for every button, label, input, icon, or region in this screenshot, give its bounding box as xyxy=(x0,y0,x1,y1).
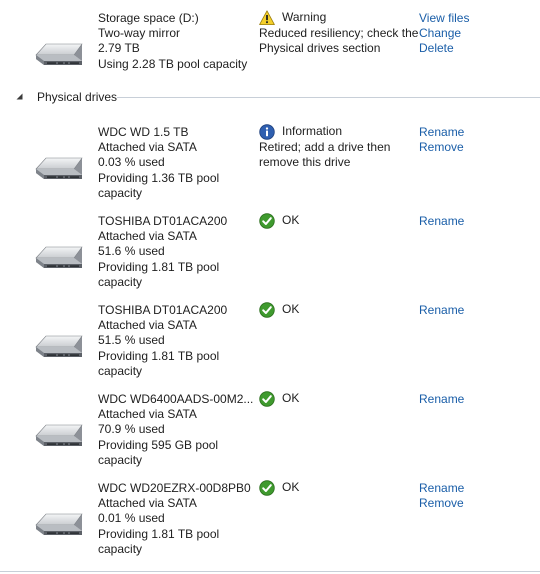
drive-status-title: OK xyxy=(282,213,300,228)
section-divider xyxy=(117,97,540,98)
drive-actions: Rename Remove xyxy=(419,481,464,511)
drive-status: OK xyxy=(259,480,419,496)
ok-check-icon xyxy=(259,391,275,407)
view-files-link[interactable]: View files xyxy=(419,11,469,26)
physical-drives-section-header[interactable]: Physical drives xyxy=(0,88,540,106)
drive-used: 51.5 % used xyxy=(98,333,165,348)
hard-drive-icon xyxy=(34,421,84,449)
hard-drive-icon xyxy=(34,154,84,182)
storage-space-drive-icon xyxy=(34,40,84,68)
drive-connection: Attached via SATA xyxy=(98,407,197,422)
collapse-triangle-icon[interactable] xyxy=(16,93,23,100)
drive-status: OK xyxy=(259,302,419,318)
drive-providing: Providing 1.81 TB pool xyxy=(98,348,220,363)
storage-space-info: Storage space (D:) Two-way mirror 2.79 T… xyxy=(98,11,248,72)
storage-space-resiliency: Two-way mirror xyxy=(98,26,181,41)
drive-actions: Rename xyxy=(419,214,464,229)
rename-link[interactable]: Rename xyxy=(419,392,464,407)
drive-providing-cont: capacity xyxy=(98,363,143,378)
drive-providing-cont: capacity xyxy=(98,541,143,556)
storage-space-status-detail-1: Reduced resiliency; check the xyxy=(259,26,419,40)
ok-check-icon xyxy=(259,302,275,318)
storage-space-usage: Using 2.28 TB pool capacity xyxy=(98,56,248,71)
storage-space-actions: View files Change Delete xyxy=(419,11,469,57)
hard-drive-icon xyxy=(34,332,84,360)
rename-link[interactable]: Rename xyxy=(419,214,464,229)
hard-drive-icon xyxy=(34,243,84,271)
drive-status: OK xyxy=(259,213,419,229)
delete-link[interactable]: Delete xyxy=(419,41,469,56)
drive-row[interactable]: WDC WD20EZRX-00D8PB0 Attached via SATA 0… xyxy=(0,478,540,560)
drive-actions: Rename xyxy=(419,392,464,407)
drive-connection: Attached via SATA xyxy=(98,140,197,155)
drive-providing: Providing 1.36 TB pool xyxy=(98,170,220,185)
storage-space-size: 2.79 TB xyxy=(98,41,140,56)
drive-providing: Providing 1.81 TB pool xyxy=(98,259,220,274)
hard-drive-icon xyxy=(34,510,84,538)
drive-providing-cont: capacity xyxy=(98,274,143,289)
drive-connection: Attached via SATA xyxy=(98,496,197,511)
drive-providing: Providing 1.81 TB pool xyxy=(98,526,220,541)
drive-providing-cont: capacity xyxy=(98,452,143,467)
drive-info: TOSHIBA DT01ACA200 Attached via SATA 51.… xyxy=(98,303,248,379)
storage-space-status: Warning Reduced resiliency; check the Ph… xyxy=(259,10,419,56)
drive-info: WDC WD 1.5 TB Attached via SATA 0.03 % u… xyxy=(98,125,248,201)
drive-row[interactable]: WDC WD6400AADS-00M2... Attached via SATA… xyxy=(0,389,540,471)
rename-link[interactable]: Rename xyxy=(419,125,464,140)
physical-drives-title: Physical drives xyxy=(37,90,118,104)
drive-info: TOSHIBA DT01ACA200 Attached via SATA 51.… xyxy=(98,214,248,290)
drive-status: OK xyxy=(259,391,419,407)
drive-actions: Rename Remove xyxy=(419,125,464,155)
ok-check-icon xyxy=(259,213,275,229)
drive-name: WDC WD 1.5 TB xyxy=(98,125,189,139)
bottom-divider xyxy=(0,571,540,572)
drive-status-title: OK xyxy=(282,480,300,495)
warning-icon xyxy=(259,10,275,25)
drive-status-title: OK xyxy=(282,302,300,317)
remove-link[interactable]: Remove xyxy=(419,496,464,511)
drive-status-title: Information xyxy=(282,124,343,139)
drive-used: 0.01 % used xyxy=(98,511,165,526)
drive-status-detail-2: remove this drive xyxy=(259,155,351,170)
drive-providing: Providing 595 GB pool xyxy=(98,437,219,452)
drive-used: 70.9 % used xyxy=(98,422,165,437)
drive-name: TOSHIBA DT01ACA200 xyxy=(98,214,228,228)
drive-used: 0.03 % used xyxy=(98,155,165,170)
drive-row[interactable]: TOSHIBA DT01ACA200 Attached via SATA 51.… xyxy=(0,300,540,382)
drive-status-detail-1: Retired; add a drive then xyxy=(259,140,391,154)
storage-space-name: Storage space (D:) xyxy=(98,11,199,25)
drive-used: 51.6 % used xyxy=(98,244,165,259)
change-link[interactable]: Change xyxy=(419,26,469,41)
ok-check-icon xyxy=(259,480,275,496)
drive-row[interactable]: WDC WD 1.5 TB Attached via SATA 0.03 % u… xyxy=(0,122,540,204)
drive-connection: Attached via SATA xyxy=(98,229,197,244)
drive-name: TOSHIBA DT01ACA200 xyxy=(98,303,228,317)
drive-actions: Rename xyxy=(419,303,464,318)
drive-name: WDC WD20EZRX-00D8PB0 xyxy=(98,481,251,495)
rename-link[interactable]: Rename xyxy=(419,303,464,318)
storage-space-status-detail-2: Physical drives section xyxy=(259,41,381,56)
drive-name: WDC WD6400AADS-00M2... xyxy=(98,392,254,406)
drive-info: WDC WD6400AADS-00M2... Attached via SATA… xyxy=(98,392,254,468)
info-icon xyxy=(259,124,275,140)
drive-connection: Attached via SATA xyxy=(98,318,197,333)
drive-info: WDC WD20EZRX-00D8PB0 Attached via SATA 0… xyxy=(98,481,251,557)
storage-space-status-title: Warning xyxy=(282,10,327,25)
remove-link[interactable]: Remove xyxy=(419,140,464,155)
storage-space-row[interactable]: Storage space (D:) Two-way mirror 2.79 T… xyxy=(0,8,540,83)
drive-providing-cont: capacity xyxy=(98,185,143,200)
rename-link[interactable]: Rename xyxy=(419,481,464,496)
drive-status-title: OK xyxy=(282,391,300,406)
drive-row[interactable]: TOSHIBA DT01ACA200 Attached via SATA 51.… xyxy=(0,211,540,293)
drive-status: Information Retired; add a drive then re… xyxy=(259,124,419,170)
